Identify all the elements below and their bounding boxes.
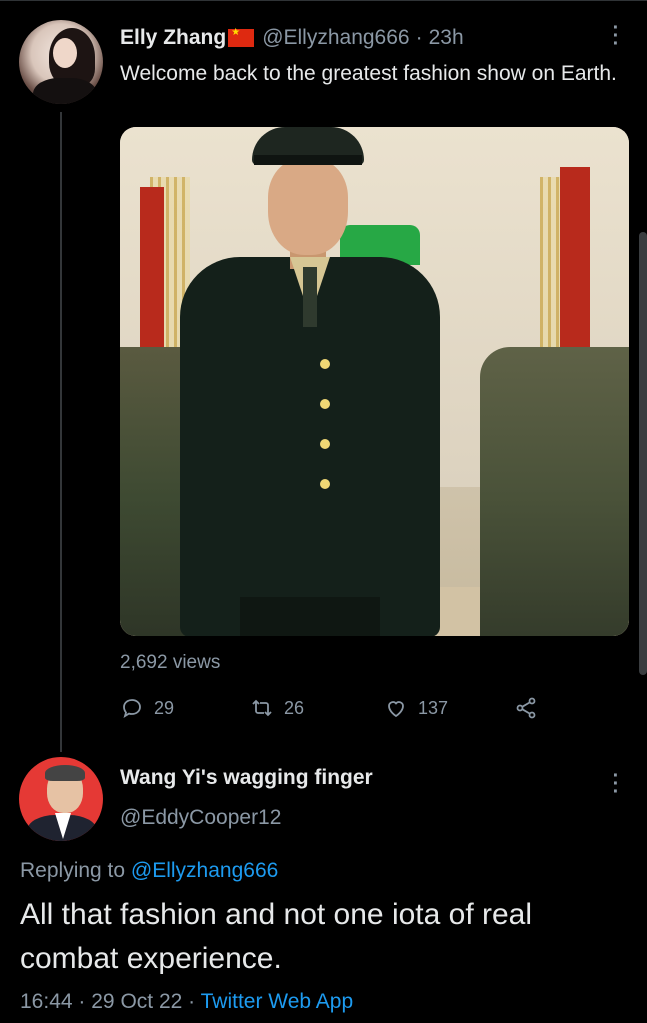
reply-time[interactable]: 16:44 — [20, 990, 73, 1013]
separator: · — [78, 990, 86, 1013]
retweet-button[interactable]: 26 — [250, 693, 304, 723]
reply-author-name[interactable]: Wang Yi's wagging finger — [120, 766, 373, 790]
tweet-photo[interactable] — [120, 127, 629, 636]
retweet-icon — [252, 699, 272, 717]
separator: · — [415, 26, 423, 49]
reply-source-link[interactable]: Twitter Web App — [201, 990, 354, 1013]
tweet-header: Elly Zhang @Ellyzhang666 · 23h — [120, 24, 464, 52]
reply-icon — [123, 699, 141, 718]
reply-meta: 16:44 · 29 Oct 22 · Twitter Web App — [20, 990, 353, 1014]
more-vertical-icon[interactable]: · · · — [606, 766, 626, 802]
reply-text: All that fashion and not one iota of rea… — [20, 898, 533, 975]
reply-button[interactable]: 29 — [120, 693, 174, 723]
author-name[interactable]: Elly Zhang — [120, 26, 226, 50]
share-button[interactable] — [514, 693, 548, 723]
china-flag-icon — [228, 27, 255, 47]
replying-to: Replying to @Ellyzhang666 — [20, 859, 278, 883]
author-handle[interactable]: @Ellyzhang666 — [262, 26, 409, 50]
heart-icon — [388, 701, 404, 718]
avatar[interactable] — [19, 20, 103, 104]
scrollbar[interactable] — [639, 232, 647, 675]
more-vertical-icon[interactable]: · · · — [606, 18, 626, 54]
replying-prefix: Replying to — [20, 859, 126, 882]
tweet-actions: 29 26 137 — [120, 693, 550, 723]
tweet-text: Welcome back to the greatest fashion sho… — [120, 62, 617, 85]
thread-line — [60, 112, 62, 752]
replying-handle-link[interactable]: @Ellyzhang666 — [131, 859, 278, 882]
reply-count: 29 — [154, 697, 175, 718]
like-count: 137 — [418, 697, 449, 718]
retweet-count: 26 — [284, 697, 305, 718]
separator: · — [188, 990, 196, 1013]
reply-date[interactable]: 29 Oct 22 — [91, 990, 182, 1013]
reply-avatar[interactable] — [19, 757, 103, 841]
like-button[interactable]: 137 — [384, 693, 448, 723]
share-icon — [516, 697, 536, 719]
top-divider — [0, 0, 647, 1]
tweet-time[interactable]: 23h — [429, 26, 464, 50]
view-count: 2,692 views — [120, 652, 221, 673]
reply-author-handle[interactable]: @EddyCooper12 — [120, 806, 281, 830]
